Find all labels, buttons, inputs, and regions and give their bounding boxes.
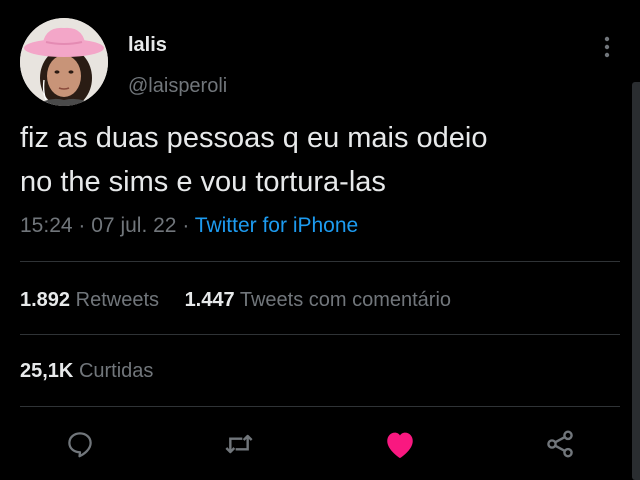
retweets-count: 1.892 <box>20 289 71 311</box>
tweet-detail: lalis @laisperoli fiz as duas pessoas q … <box>0 0 640 480</box>
likes-label: Curtidas <box>78 360 154 382</box>
likes-stats: 25,1K Curtidas <box>20 359 153 383</box>
likes-stat[interactable]: 25,1K Curtidas <box>20 359 153 383</box>
engagement-stats: 1.892 Retweets 1.447 Tweets com comentár… <box>20 288 451 312</box>
tweet-time: 15:24 <box>20 214 73 237</box>
quotes-stat[interactable]: 1.447 Tweets com comentário <box>185 288 451 312</box>
share-button[interactable] <box>540 424 580 464</box>
divider <box>20 261 620 262</box>
tweet-text-line-1: fiz as duas pessoas q eu mais odeio <box>20 122 488 154</box>
scrollbar[interactable] <box>632 82 640 480</box>
retweet-icon <box>225 434 253 454</box>
divider <box>20 334 620 335</box>
like-button[interactable] <box>380 424 420 464</box>
reply-icon <box>68 432 92 458</box>
retweet-button[interactable] <box>219 424 259 464</box>
avatar-image <box>20 18 108 106</box>
meta-separator: · <box>182 214 190 237</box>
tweet-source-link[interactable]: Twitter for iPhone <box>195 214 358 237</box>
share-icon <box>547 430 573 458</box>
tweet-text: fiz as duas pessoas q eu mais odeio no t… <box>20 116 620 204</box>
meta-separator: · <box>78 214 86 237</box>
tweet-date: 07 jul. 22 <box>91 214 177 237</box>
likes-count: 25,1K <box>20 360 74 382</box>
quotes-label: Tweets com comentário <box>239 289 452 311</box>
quotes-count: 1.447 <box>184 289 235 311</box>
more-vertical-icon[interactable] <box>597 34 617 60</box>
reply-button[interactable] <box>60 424 100 464</box>
retweets-label: Retweets <box>75 289 159 311</box>
display-name[interactable]: lalis <box>128 34 167 56</box>
retweets-stat[interactable]: 1.892 Retweets <box>20 288 159 312</box>
tweet-meta: 15:24 · 07 jul. 22 · Twitter for iPhone <box>20 214 358 238</box>
user-handle[interactable]: @laisperoli <box>128 75 227 97</box>
divider <box>20 406 620 407</box>
heart-icon <box>387 432 413 459</box>
avatar[interactable] <box>20 18 108 106</box>
tweet-text-line-2: no the sims e vou tortura-las <box>20 166 386 198</box>
